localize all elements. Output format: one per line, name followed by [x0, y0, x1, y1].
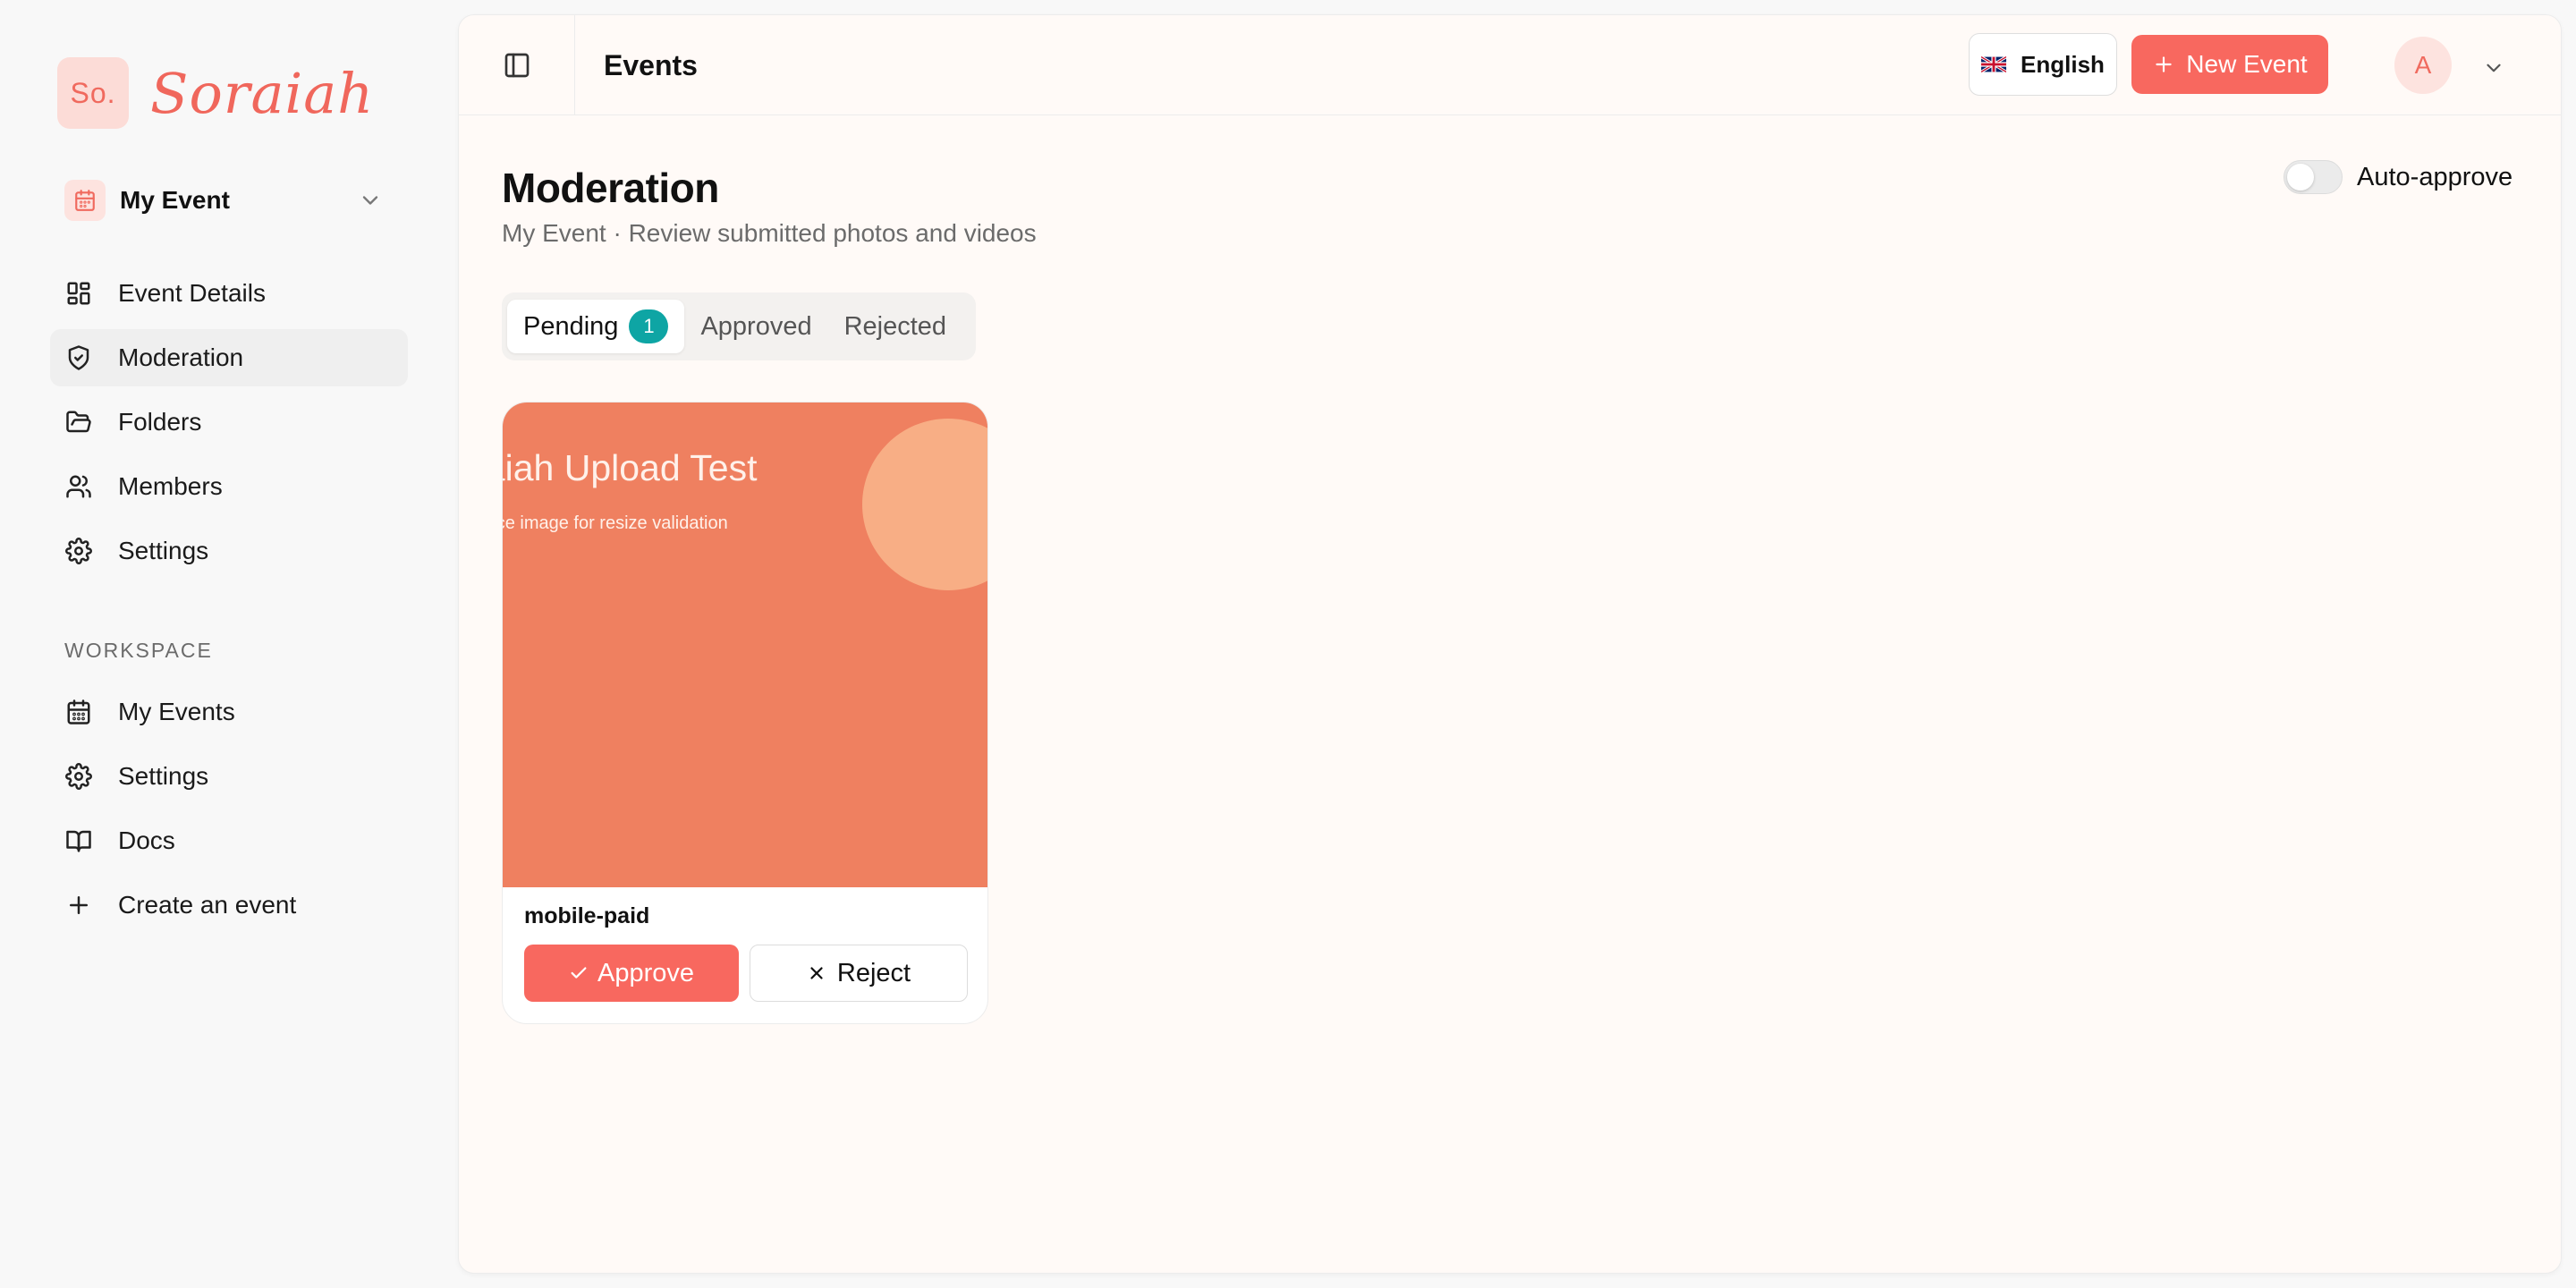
chevron-down-icon[interactable] — [2482, 56, 2505, 80]
tab-label: Rejected — [843, 311, 947, 341]
close-icon — [807, 963, 826, 983]
main-panel: Events English New Event A Moderation My… — [458, 14, 2562, 1274]
topbar-title: Events — [604, 49, 698, 81]
approve-button[interactable]: Approve — [524, 945, 739, 1002]
sidebar-item-folders[interactable]: Folders — [50, 394, 408, 451]
avatar[interactable]: A — [2394, 37, 2452, 94]
sidebar-item-label: Moderation — [118, 343, 244, 371]
calendar-icon — [64, 180, 106, 221]
sidebar-item-create-event[interactable]: Create an event — [50, 877, 408, 934]
workspace-section-label: WORKSPACE — [64, 639, 213, 662]
tab-label: Approved — [700, 311, 812, 341]
plus-icon — [64, 891, 93, 919]
tab-rejected[interactable]: Rejected — [828, 300, 962, 353]
decorative-circle — [862, 419, 987, 590]
sidebar-item-label: Docs — [118, 826, 175, 854]
language-label: English — [2021, 50, 2105, 78]
sidebar-item-event-details[interactable]: Event Details — [50, 265, 408, 322]
sidebar-item-label: Folders — [118, 408, 202, 436]
uk-flag-icon — [1981, 56, 2007, 72]
workspace-nav: My Events Settings Docs Create an event — [50, 683, 408, 941]
sidebar-toggle-button[interactable] — [459, 15, 575, 115]
thumbnail-title-text: Soraiah Upload Test — [503, 447, 758, 488]
sidebar-item-members[interactable]: Members — [50, 458, 408, 515]
sidebar: So. Soraiah My Event Event Details Moder… — [0, 0, 456, 1288]
language-selector[interactable]: English — [1969, 33, 2117, 96]
reject-label: Reject — [836, 958, 911, 987]
sidebar-item-label: My Events — [118, 698, 235, 725]
auto-approve-label: Auto-approve — [2357, 162, 2513, 191]
gear-icon — [64, 762, 93, 791]
sidebar-item-docs[interactable]: Docs — [50, 812, 408, 869]
sidebar-item-workspace-settings[interactable]: Settings — [50, 748, 408, 805]
page-subtitle: My Event · Review submitted photos and v… — [502, 219, 1037, 247]
layout-grid-icon — [64, 279, 93, 308]
brand-name: Soraiah — [150, 60, 375, 126]
pending-count-badge: 1 — [629, 309, 669, 343]
sidebar-item-my-events[interactable]: My Events — [50, 683, 408, 741]
approve-label: Approve — [597, 958, 694, 987]
reject-button[interactable]: Reject — [750, 945, 968, 1002]
page-title: Moderation — [502, 165, 719, 211]
check-icon — [569, 963, 589, 983]
brand-mark: So. — [57, 57, 129, 129]
auto-approve-toggle[interactable]: Auto-approve — [2284, 160, 2512, 194]
gear-icon — [64, 537, 93, 565]
sidebar-item-label: Event Details — [118, 279, 266, 307]
sidebar-item-event-settings[interactable]: Settings — [50, 522, 408, 580]
folder-open-icon — [64, 408, 93, 436]
submitter-name: mobile-paid — [524, 903, 650, 928]
toggle-switch[interactable] — [2284, 160, 2343, 194]
event-selector[interactable]: My Event — [57, 175, 406, 225]
tab-pending[interactable]: Pending 1 — [507, 300, 685, 353]
submission-thumbnail[interactable]: Soraiah Upload Test A source image for r… — [503, 402, 987, 887]
brand-logo[interactable]: So. Soraiah — [57, 57, 374, 129]
panel-left-icon — [503, 51, 531, 80]
sidebar-item-label: Settings — [118, 537, 209, 564]
tab-approved[interactable]: Approved — [684, 300, 827, 353]
shield-check-icon — [64, 343, 93, 372]
sidebar-item-label: Create an event — [118, 891, 297, 919]
users-icon — [64, 472, 93, 501]
thumbnail-subtitle-text: A source image for resize validation — [503, 513, 728, 533]
submission-card: Soraiah Upload Test A source image for r… — [502, 402, 988, 1024]
top-bar: Events English New Event A — [459, 15, 2561, 115]
book-open-icon — [64, 826, 93, 855]
calendar-icon — [64, 698, 93, 726]
tab-label: Pending — [523, 311, 619, 341]
event-nav: Event Details Moderation Folders Members… — [50, 265, 408, 587]
event-selector-label: My Event — [120, 186, 230, 214]
sidebar-item-label: Settings — [118, 762, 209, 790]
toggle-knob — [2287, 164, 2314, 191]
new-event-button[interactable]: New Event — [2131, 35, 2328, 94]
moderation-tabs: Pending 1 Approved Rejected — [502, 292, 976, 360]
new-event-label: New Event — [2186, 50, 2308, 78]
sidebar-item-moderation[interactable]: Moderation — [50, 329, 408, 386]
sidebar-item-label: Members — [118, 472, 223, 500]
chevron-down-icon — [358, 188, 383, 213]
plus-icon — [2152, 53, 2175, 76]
